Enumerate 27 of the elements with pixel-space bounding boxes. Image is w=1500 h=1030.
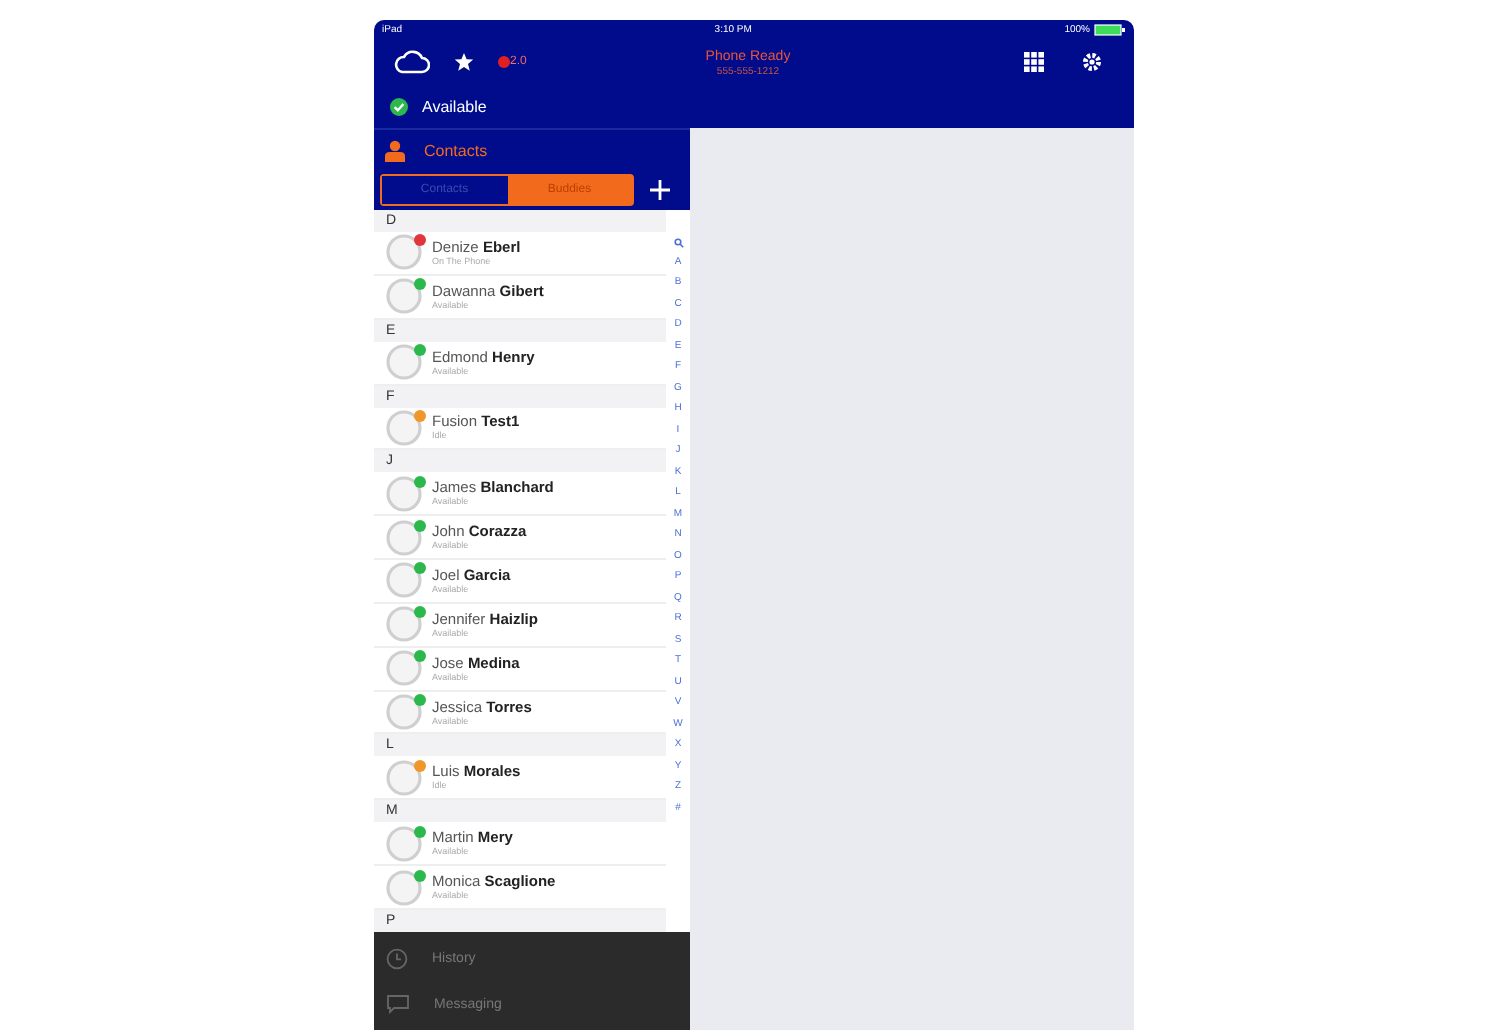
settings-icon[interactable] xyxy=(1082,52,1102,72)
avatar-icon xyxy=(386,869,422,906)
cloud-icon xyxy=(394,50,430,74)
avatar-icon xyxy=(386,344,422,381)
avatar-icon xyxy=(386,409,422,446)
search-icon xyxy=(673,238,683,248)
chat-bubble-icon xyxy=(386,994,410,1014)
avatar-icon xyxy=(386,278,422,315)
avatar-icon xyxy=(386,759,422,796)
presence-label: Available xyxy=(422,98,487,116)
avatar-icon xyxy=(386,475,422,512)
presence-row[interactable]: Available xyxy=(374,86,690,130)
avatar-icon xyxy=(386,606,422,643)
battery-icon xyxy=(1094,23,1126,35)
avatar-icon xyxy=(386,562,422,599)
section-title: Contacts xyxy=(424,141,488,159)
keypad-icon[interactable] xyxy=(1024,52,1044,72)
avatar-icon xyxy=(386,650,422,687)
clock-icon xyxy=(386,948,408,970)
notification-dot xyxy=(498,56,510,68)
star-icon xyxy=(454,52,474,72)
avatar-icon xyxy=(386,825,422,862)
person-icon xyxy=(384,139,406,161)
add-icon[interactable] xyxy=(650,180,670,200)
avatar-icon xyxy=(386,694,422,731)
avatar-icon xyxy=(386,234,422,271)
avatar-icon xyxy=(386,519,422,556)
